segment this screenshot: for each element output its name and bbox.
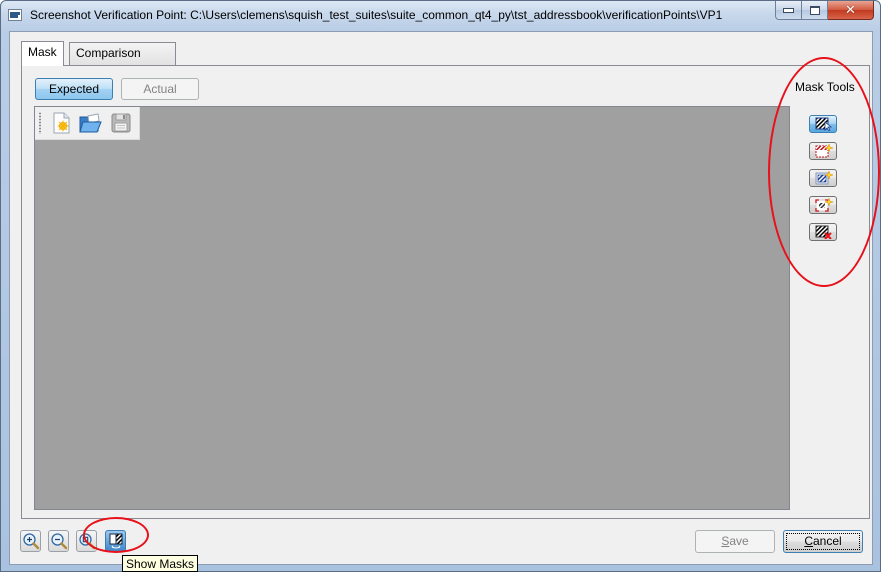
image-canvas[interactable] [34, 106, 790, 510]
select-mask-icon [815, 117, 833, 131]
maximize-button[interactable] [802, 1, 828, 20]
minimize-button[interactable] [775, 1, 802, 20]
zoom-in-button[interactable] [20, 530, 41, 552]
add-mask-region-button[interactable] [809, 196, 837, 214]
window-app-icon[interactable] [8, 9, 22, 21]
new-document-icon [53, 112, 70, 134]
focus-rect [786, 533, 860, 550]
close-button[interactable]: ✕ [828, 1, 874, 20]
toolbar-grip-handle[interactable] [39, 112, 41, 134]
open-folder-icon [79, 113, 102, 133]
dialog-window: Screenshot Verification Point: C:\Users\… [0, 0, 881, 572]
save-label-rest: ave [729, 534, 749, 548]
mask-tab-panel: Expected Actual Mask Tools [21, 65, 870, 519]
expected-button[interactable]: Expected [35, 78, 113, 100]
select-mask-button[interactable] [809, 115, 837, 133]
open-mask-file-button[interactable] [78, 111, 102, 135]
add-mask-region-icon [815, 198, 833, 212]
actual-button[interactable]: Actual [121, 78, 199, 100]
remove-mask-icon [815, 225, 832, 239]
zoom-out-button[interactable] [48, 530, 69, 552]
cancel-button[interactable]: Cancel [783, 530, 863, 553]
minimize-icon [783, 7, 794, 13]
add-positive-mask-button[interactable] [809, 142, 837, 160]
zoom-out-icon [51, 533, 68, 550]
zoom-original-button[interactable] [76, 530, 97, 552]
add-positive-mask-icon [815, 144, 833, 158]
show-masks-tooltip: Show Masks [122, 555, 199, 572]
tab-mask[interactable]: Mask [21, 41, 64, 66]
image-toolbar [35, 107, 140, 140]
save-mask-file-button[interactable] [109, 111, 133, 135]
show-masks-icon [109, 533, 123, 549]
save-button[interactable]: Save [695, 530, 775, 553]
remove-mask-button[interactable] [809, 223, 837, 241]
title-bar[interactable]: Screenshot Verification Point: C:\Users\… [1, 1, 880, 31]
tab-comparison-mode[interactable]: Comparison Mode [69, 42, 176, 81]
dialog-client-area: Mask Comparison Mode Expected Actual [9, 31, 873, 565]
show-masks-button[interactable] [105, 530, 126, 552]
new-mask-file-button[interactable] [49, 111, 73, 135]
maximize-icon [809, 5, 820, 15]
add-negative-mask-icon [815, 171, 833, 185]
window-controls: ✕ [775, 1, 874, 21]
zoom-original-icon [79, 533, 96, 550]
floppy-disk-icon [111, 113, 131, 133]
add-negative-mask-button[interactable] [809, 169, 837, 187]
window-title: Screenshot Verification Point: C:\Users\… [30, 8, 723, 22]
close-icon: ✕ [845, 2, 856, 18]
zoom-in-icon [23, 533, 40, 550]
mask-tools-label: Mask Tools [795, 80, 855, 94]
